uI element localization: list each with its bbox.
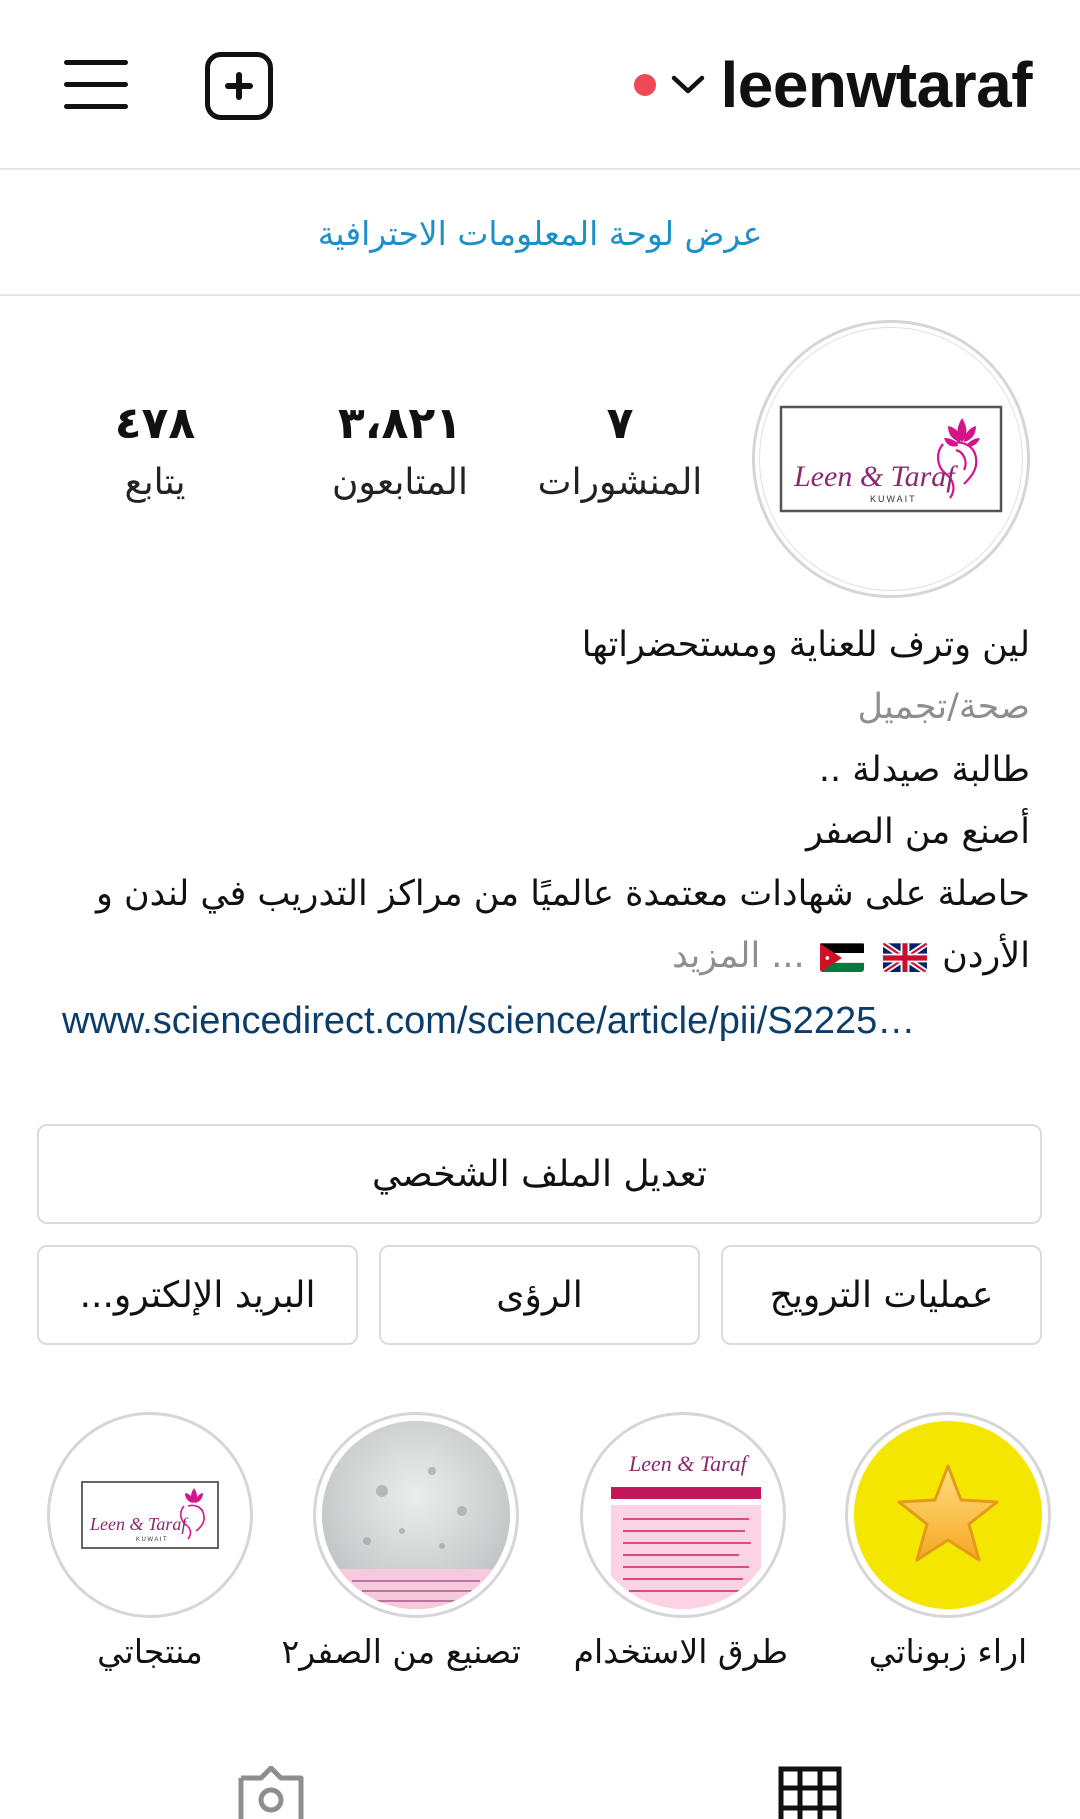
following-count: ٤٧٨ [114, 398, 196, 449]
hamburger-menu-icon[interactable] [64, 60, 128, 112]
tagged-posts-tab-icon[interactable] [237, 1765, 305, 1819]
profile-avatar[interactable]: Leen & Taraf KUWAIT [752, 320, 1030, 598]
highlight-label: منتجاتي [97, 1632, 203, 1671]
followers-count: ٣،٨٢١ [337, 398, 463, 449]
bio-line: أصنع من الصفر [805, 811, 1030, 852]
highlight-label: طرق الاستخدام [573, 1632, 788, 1671]
highlight-cover: Leen & Taraf [589, 1421, 777, 1609]
svg-text:KUWAIT: KUWAIT [870, 494, 917, 504]
highlight-cover: Leen & Taraf KUWAIT [56, 1421, 244, 1609]
following-label: يتابع [124, 462, 186, 504]
email-button[interactable]: البريد الإلكترو... [37, 1245, 358, 1345]
bio-more-link[interactable]: ... المزيد [672, 936, 805, 976]
notification-dot [634, 74, 657, 96]
bio-last-line: الأردن ... المزيد [40, 936, 1030, 976]
highlight-usage-methods[interactable]: Leen & Taraf طرق الاستخدام [573, 1412, 788, 1671]
edit-profile-button[interactable]: تعديل الملف الشخصي [37, 1124, 1042, 1224]
professional-dashboard-link[interactable]: عرض لوحة المعلومات الاحترافية [318, 214, 763, 253]
posts-count: ٧ [606, 398, 634, 449]
svg-text:Leen & Taraf: Leen & Taraf [89, 1514, 189, 1534]
bio-line: طالبة صيدلة .. [818, 749, 1030, 790]
posts-label: المنشورات [537, 462, 703, 504]
stat-following[interactable]: ٤٧٨ يتابع [80, 398, 230, 504]
bio-line: حاصلة على شهادات معتمدة عالميًا من مراكز… [95, 874, 1030, 914]
highlight-made-from-scratch-2[interactable]: تصنيع من الصفر٢ [281, 1412, 521, 1671]
create-post-icon[interactable] [205, 52, 273, 120]
highlight-customer-reviews[interactable]: اراء زبوناتي [843, 1412, 1053, 1671]
stat-posts[interactable]: ٧ المنشورات [520, 398, 720, 504]
profile-name: لين وترف للعناية ومستحضراتها [581, 625, 1030, 665]
highlight-cover [854, 1421, 1042, 1609]
insights-button[interactable]: الرؤى [379, 1245, 700, 1345]
profile-category: صحة/تجميل [857, 687, 1030, 728]
highlight-cover [322, 1421, 510, 1609]
username-title: leenwtaraf [720, 49, 1032, 121]
account-switcher[interactable]: leenwtaraf [634, 40, 1032, 130]
star-icon [897, 1464, 999, 1562]
svg-text:KUWAIT: KUWAIT [136, 1537, 168, 1543]
bio-text: الأردن [942, 936, 1030, 977]
chevron-down-icon [670, 67, 706, 103]
promotions-button[interactable]: عمليات الترويج [721, 1245, 1042, 1345]
svg-text:Leen & Taraf: Leen & Taraf [628, 1451, 750, 1476]
uk-flag-icon [882, 942, 927, 973]
svg-text:Leen & Taraf: Leen & Taraf [793, 460, 958, 493]
top-bar: leenwtaraf [0, 0, 1080, 170]
professional-dashboard-bar: عرض لوحة المعلومات الاحترافية [0, 172, 1080, 296]
stat-followers[interactable]: ٣،٨٢١ المتابعون [300, 398, 500, 504]
jordan-flag-icon [819, 942, 864, 973]
highlight-label: اراء زبوناتي [868, 1632, 1028, 1671]
avatar-logo: Leen & Taraf KUWAIT [759, 327, 1023, 591]
profile-bio: لين وترف للعناية ومستحضراتها صحة/تجميل ط… [40, 625, 1030, 999]
highlight-label: تصنيع من الصفر٢ [281, 1632, 521, 1671]
highlight-my-products[interactable]: Leen & Taraf KUWAIT منتجاتي [45, 1412, 255, 1671]
followers-label: المتابعون [331, 462, 469, 504]
bio-website-link[interactable]: www.sciencedirect.com/science/article/pi… [62, 1000, 1030, 1043]
grid-posts-tab-icon[interactable] [778, 1766, 842, 1819]
